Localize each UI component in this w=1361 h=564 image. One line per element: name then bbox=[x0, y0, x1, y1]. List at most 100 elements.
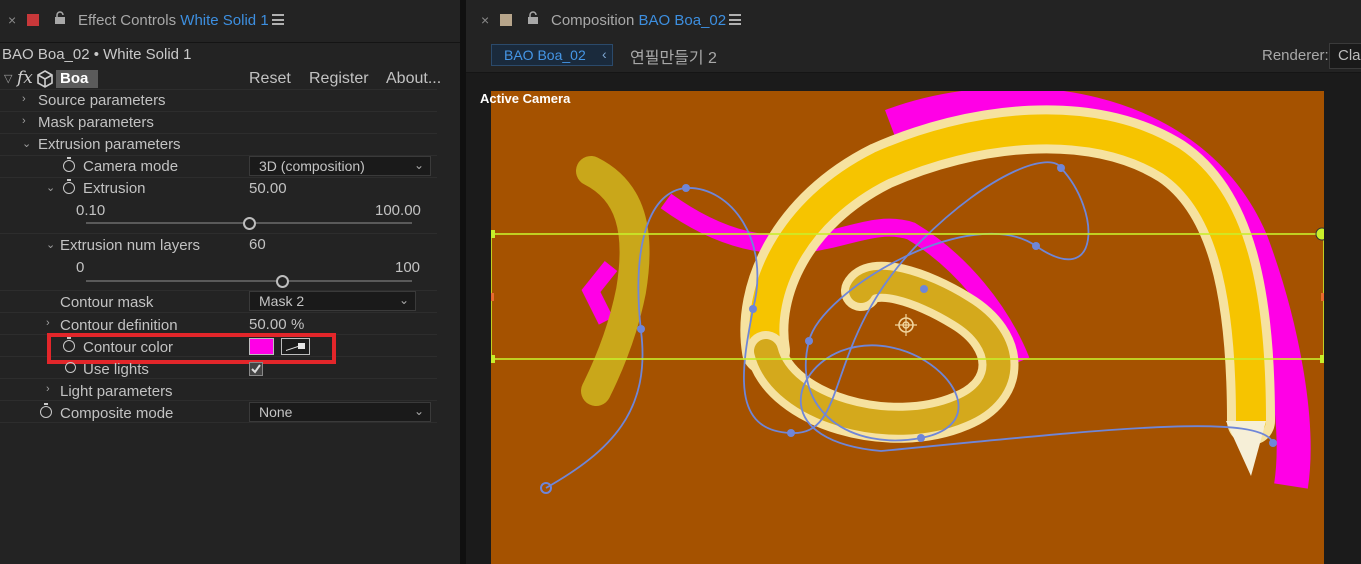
mask-vertex bbox=[787, 429, 795, 437]
bbox-handle bbox=[1321, 293, 1324, 301]
stop-icon bbox=[27, 14, 39, 26]
stopwatch-icon[interactable] bbox=[63, 179, 75, 194]
extrusion-parameters-label: Extrusion parameters bbox=[38, 136, 181, 153]
extrusion-num-layers-value[interactable]: 60 bbox=[249, 236, 266, 253]
extrusion-max: 100.00 bbox=[375, 202, 421, 219]
chevron-right-icon[interactable]: › bbox=[22, 93, 26, 105]
tab-comp-name: BAO Boa_02 bbox=[638, 12, 727, 29]
chevron-right-icon[interactable]: › bbox=[46, 383, 50, 395]
layers-slider-knob[interactable] bbox=[275, 275, 289, 288]
layers-slider-track[interactable] bbox=[86, 280, 412, 282]
mask-vertex bbox=[637, 325, 645, 333]
lock-icon[interactable] bbox=[54, 11, 66, 25]
stop-icon bbox=[500, 14, 512, 26]
stopwatch-icon[interactable] bbox=[63, 157, 75, 172]
extrusion-parameters-row[interactable]: ⌄ Extrusion parameters bbox=[0, 134, 437, 156]
contour-mask-label: Contour mask bbox=[60, 294, 154, 311]
checkbox-icon[interactable] bbox=[249, 362, 263, 376]
bbox-handle bbox=[491, 230, 495, 238]
extrusion-value[interactable]: 50.00 bbox=[249, 180, 287, 197]
menu-icon[interactable] bbox=[272, 14, 284, 25]
camera-mode-row: Camera mode 3D (composition) ⌄ bbox=[0, 156, 437, 178]
mask-vertex bbox=[1032, 242, 1040, 250]
mask-parameters-label: Mask parameters bbox=[38, 114, 154, 131]
contour-definition-label: Contour definition bbox=[60, 317, 178, 334]
extrusion-num-layers-label: Extrusion num layers bbox=[60, 237, 201, 254]
mask-vertex bbox=[920, 285, 928, 293]
effect-name-badge[interactable]: Boa bbox=[56, 70, 98, 88]
extrusion-slider-knob[interactable] bbox=[243, 217, 256, 230]
mask-vertex bbox=[917, 434, 925, 442]
composition-panel: × Composition BAO Boa_02 BAO Boa_02 ‹ 연필… bbox=[466, 0, 1361, 564]
tab-prefix: Composition bbox=[551, 12, 635, 29]
layer-title: BAO Boa_02 • White Solid 1 bbox=[2, 46, 192, 63]
extrusion-row: ⌄ Extrusion 50.00 0.10 100.00 bbox=[0, 178, 437, 234]
bbox-handle bbox=[1320, 355, 1324, 363]
composition-tab[interactable]: Composition BAO Boa_02 bbox=[551, 12, 726, 29]
contour-definition-unit: % bbox=[291, 316, 305, 333]
light-parameters-label: Light parameters bbox=[60, 383, 173, 400]
chevron-right-icon[interactable]: › bbox=[46, 317, 50, 329]
lock-icon[interactable] bbox=[527, 11, 539, 25]
camera-mode-dropdown[interactable]: 3D (composition) ⌄ bbox=[249, 156, 431, 176]
stopwatch-icon[interactable] bbox=[65, 362, 76, 373]
effect-name: Boa bbox=[60, 70, 89, 87]
chevron-right-icon[interactable]: › bbox=[22, 115, 26, 127]
contour-mask-value: Mask 2 bbox=[259, 293, 305, 309]
next-comp-tab[interactable]: 연필만들기 2 bbox=[630, 44, 717, 68]
source-parameters-row[interactable]: › Source parameters bbox=[0, 90, 437, 112]
menu-icon[interactable] bbox=[729, 14, 741, 25]
tab-layer-name: White Solid 1 bbox=[180, 12, 269, 29]
extrusion-label: Extrusion bbox=[83, 180, 146, 197]
tab-prefix: Effect Controls bbox=[78, 12, 177, 29]
bbox-handle bbox=[1315, 227, 1324, 241]
effect-controls-panel: × Effect Controls White Solid 1 BAO Boa_… bbox=[0, 0, 460, 564]
source-parameters-label: Source parameters bbox=[38, 92, 166, 109]
chevron-down-icon: ⌄ bbox=[398, 293, 409, 307]
chevron-down-icon[interactable]: ⌄ bbox=[46, 181, 55, 194]
contour-mask-row: Contour mask Mask 2 ⌄ bbox=[0, 291, 437, 313]
contour-definition-value[interactable]: 50.00 bbox=[249, 316, 287, 333]
renderer-label: Renderer: bbox=[1262, 47, 1329, 64]
stopwatch-icon[interactable] bbox=[40, 403, 52, 418]
chevron-left-icon: ‹ bbox=[602, 46, 607, 62]
layers-min: 0 bbox=[76, 259, 85, 276]
comp-navigator-bar: BAO Boa_02 ‹ 연필만들기 2 Renderer: Cla bbox=[466, 42, 1361, 73]
about-link[interactable]: About... bbox=[386, 70, 441, 88]
effect-controls-tab[interactable]: Effect Controls White Solid 1 bbox=[78, 12, 269, 29]
mask-parameters-row[interactable]: › Mask parameters bbox=[0, 112, 437, 134]
breadcrumb[interactable]: BAO Boa_02 ‹ bbox=[491, 44, 613, 66]
use-lights-row: Use lights bbox=[0, 357, 437, 379]
contour-definition-row: › Contour definition 50.00 % bbox=[0, 313, 437, 335]
camera-mode-value: 3D (composition) bbox=[259, 158, 365, 174]
chevron-down-icon[interactable]: ▽ bbox=[4, 72, 12, 85]
cube-icon bbox=[37, 70, 53, 88]
effect-header-row: ▽ fx Boa Reset Register About... bbox=[0, 68, 441, 90]
fx-icon[interactable]: fx bbox=[17, 68, 33, 88]
bbox-handle bbox=[491, 355, 495, 363]
composite-mode-value: None bbox=[259, 404, 293, 420]
light-parameters-row[interactable]: › Light parameters bbox=[0, 379, 437, 401]
renderer-value: Cla bbox=[1338, 47, 1361, 64]
boa-artwork bbox=[491, 91, 1324, 494]
composite-mode-row: Composite mode None ⌄ bbox=[0, 401, 437, 423]
composite-mode-dropdown[interactable]: None ⌄ bbox=[249, 402, 431, 422]
layers-max: 100 bbox=[395, 259, 421, 276]
contour-shadow bbox=[581, 261, 618, 325]
mask-vertex bbox=[805, 337, 813, 345]
renderer-dropdown[interactable]: Cla bbox=[1329, 43, 1361, 69]
extrusion-num-layers-row: ⌄ Extrusion num layers 60 0 100 bbox=[0, 234, 437, 291]
close-icon[interactable]: × bbox=[8, 12, 16, 28]
breadcrumb-label: BAO Boa_02 bbox=[504, 47, 586, 63]
close-icon[interactable]: × bbox=[481, 12, 489, 28]
chevron-down-icon[interactable]: ⌄ bbox=[46, 238, 55, 251]
mask-vertex bbox=[1269, 439, 1277, 447]
contour-mask-dropdown[interactable]: Mask 2 ⌄ bbox=[249, 291, 416, 311]
chevron-down-icon: ⌄ bbox=[413, 404, 424, 418]
register-link[interactable]: Register bbox=[309, 70, 369, 88]
composition-header: × Composition BAO Boa_02 bbox=[466, 0, 1361, 43]
use-lights-label: Use lights bbox=[83, 361, 149, 378]
reset-link[interactable]: Reset bbox=[249, 70, 291, 88]
mask-vertex bbox=[749, 305, 757, 313]
chevron-down-icon[interactable]: ⌄ bbox=[22, 137, 31, 150]
